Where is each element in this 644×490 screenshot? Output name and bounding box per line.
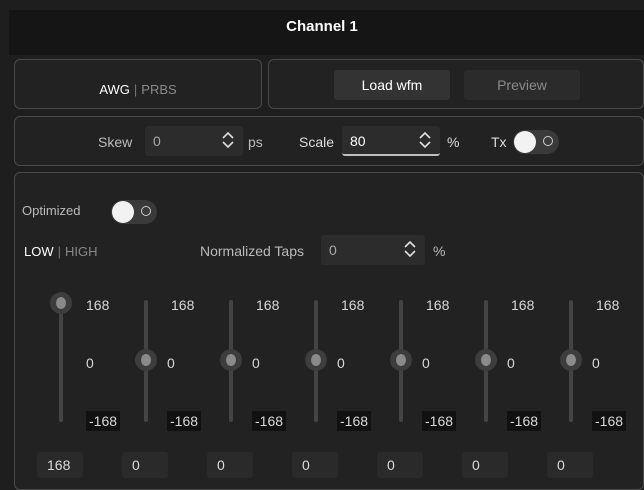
normalized-taps-label: Normalized Taps [200,243,305,259]
tap-value-input[interactable]: 0 [122,452,168,478]
tap-min-label: -168 [507,411,542,431]
channel-title: Channel 1 [286,18,358,35]
tap-min-label: -168 [422,411,457,431]
tap-max-label: 168 [426,297,450,313]
tap-value[interactable]: 0 [387,457,395,473]
mode-separator: | [133,82,138,97]
toggle-off-icon [543,136,553,146]
tap-mid-label: 0 [592,355,600,371]
tap-mid-label: 0 [507,355,515,371]
tap-mid-label: 0 [337,355,345,371]
mode-panel: AWG | PRBS [14,59,262,109]
waveform-panel: Load wfm Preview [268,59,644,109]
awg-option[interactable]: AWG [99,82,130,97]
toggle-knob [514,131,536,153]
taps-mode-separator: | [57,244,62,259]
tap-value-input[interactable]: 168 [37,452,83,478]
normalized-taps-spinbox[interactable]: 0 [321,235,425,265]
low-option[interactable]: LOW [24,244,54,259]
scale-spinbox[interactable]: 80 [342,126,440,156]
normalized-taps-value[interactable]: 0 [329,242,337,258]
tap-value[interactable]: 0 [472,457,480,473]
skew-spinbox[interactable]: 0 [145,126,243,156]
tap-value-input[interactable]: 0 [207,452,253,478]
low-high-toggle[interactable]: LOW | HIGH [24,244,98,259]
tap-mid-label: 0 [86,355,94,371]
slider-thumb[interactable] [50,292,72,314]
preview-button[interactable]: Preview [464,70,580,100]
spin-up-down-icon[interactable] [221,129,235,151]
spin-up-down-icon[interactable] [403,238,417,260]
tap-min-label: -168 [337,411,372,431]
tx-label: Tx [491,134,507,150]
scale-label: Scale [299,134,335,150]
taps-panel [14,172,644,490]
tap-max-label: 168 [341,297,365,313]
high-option[interactable]: HIGH [65,244,98,259]
skew-unit: ps [248,134,263,150]
optimized-label: Optimized [22,203,81,218]
tx-toggle[interactable] [513,130,559,154]
tap-value[interactable]: 0 [557,457,565,473]
tap-mid-label: 0 [252,355,260,371]
tap-min-label: -168 [592,411,627,431]
prbs-option[interactable]: PRBS [141,82,176,97]
slider-thumb[interactable] [390,349,412,371]
optimized-toggle[interactable] [111,200,157,224]
load-wfm-button[interactable]: Load wfm [334,70,450,100]
awg-prbs-toggle[interactable]: AWG | PRBS [15,82,261,97]
tap-mid-label: 0 [422,355,430,371]
tap-value-input[interactable]: 0 [547,452,593,478]
slider-thumb[interactable] [220,349,242,371]
slider-thumb[interactable] [475,349,497,371]
spin-up-down-icon[interactable] [418,129,432,151]
tap-value[interactable]: 0 [132,457,140,473]
tap-min-label: -168 [167,411,202,431]
toggle-knob [112,201,134,223]
slider-thumb[interactable] [135,349,157,371]
tap-value-input[interactable]: 0 [462,452,508,478]
tap-max-label: 168 [86,297,110,313]
skew-value[interactable]: 0 [153,133,161,149]
skew-label: Skew [98,134,133,150]
tap-max-label: 168 [511,297,535,313]
tap-max-label: 168 [256,297,280,313]
tap-value-input[interactable]: 0 [377,452,423,478]
tap-value[interactable]: 0 [302,457,310,473]
scale-unit: % [447,134,460,150]
tap-value[interactable]: 0 [217,457,225,473]
slider-thumb[interactable] [560,349,582,371]
tap-min-label: -168 [86,411,121,431]
tap-min-label: -168 [252,411,287,431]
tap-value-input[interactable]: 0 [292,452,338,478]
tap-value[interactable]: 168 [47,457,70,473]
scale-value[interactable]: 80 [350,133,366,149]
tap-max-label: 168 [171,297,195,313]
tap-max-label: 168 [596,297,620,313]
toggle-off-icon [141,206,151,216]
slider-thumb[interactable] [305,349,327,371]
normalized-taps-unit: % [433,243,446,259]
tap-mid-label: 0 [167,355,175,371]
settings-panel: Skew 0 ps Scale 80 % Tx [14,116,644,166]
